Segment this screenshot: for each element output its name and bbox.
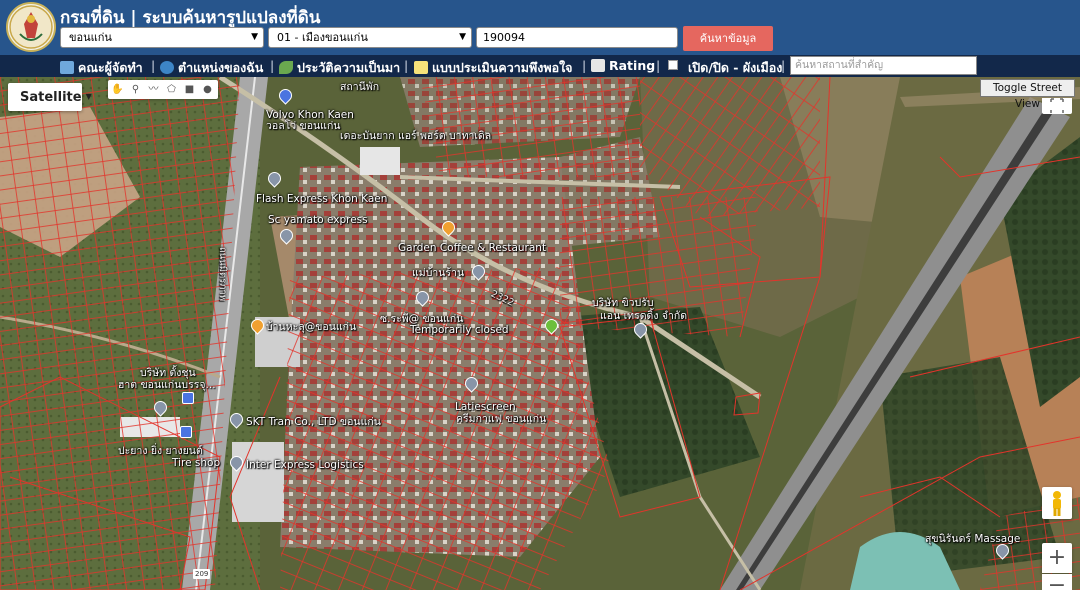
nav-divider: | — [404, 58, 409, 73]
map-canvas[interactable]: Volvo Khon Kaen วอลโว่ ขอนแก่น เดอะบันยา… — [0, 77, 1080, 590]
nav-item-history[interactable]: ประวัติความเป็นมา — [279, 58, 400, 78]
nav-item-survey[interactable]: แบบประเมินความพึงพอใจ — [414, 58, 573, 78]
circle-icon[interactable]: ● — [201, 83, 214, 96]
place-label: สถานีพัก — [340, 81, 380, 93]
place-label[interactable]: Inter Express Logistics — [246, 459, 364, 471]
shop-pin-icon[interactable] — [182, 392, 194, 404]
nav-item-my-location[interactable]: ตำแหน่งของฉัน — [160, 58, 263, 78]
nav-item-label: เปิด/ปิด - ผังเมือง — [688, 60, 783, 75]
place-label[interactable]: Garden Coffee & Restaurant — [398, 242, 546, 254]
map-icon — [60, 61, 74, 74]
drawing-toolbar: ✋ ⚲ 〰 ⬠ ■ ● — [108, 80, 218, 99]
pegman-button[interactable] — [1042, 487, 1072, 519]
polyline-icon[interactable]: 〰 — [147, 83, 160, 96]
place-label[interactable]: SKT Tran Co., LTD ขอนแก่น — [246, 416, 381, 428]
map-type-label: Satellite — [20, 90, 82, 105]
nav-divider: | — [781, 58, 786, 73]
province-select[interactable]: ขอนแก่น ▼ — [60, 27, 264, 48]
place-label-sub: วอลโว่ ขอนแก่น — [266, 120, 341, 132]
nav-item-label: แบบประเมินความพึงพอใจ — [432, 60, 573, 75]
district-select-value: 01 - เมืองขอนแก่น — [277, 31, 368, 44]
chart-icon — [591, 59, 605, 72]
nav-item-label: คณะผู้จัดทำ — [78, 60, 143, 75]
department-logo — [6, 2, 56, 52]
notepad-icon — [414, 61, 428, 74]
parcel-number-input[interactable]: 190094 — [476, 27, 678, 48]
chevron-down-icon: ▼ — [251, 32, 258, 42]
satellite-imagery — [0, 77, 1080, 590]
district-select[interactable]: 01 - เมืองขอนแก่น ▼ — [268, 27, 472, 48]
zoom-out-button[interactable]: − — [1042, 574, 1072, 590]
place-label[interactable]: บริษัท ตั้งชุน — [140, 367, 196, 379]
province-select-value: ขอนแก่น — [69, 31, 112, 44]
map-type-button[interactable]: Satellite ▼ — [8, 83, 92, 111]
place-label[interactable]: บริษัท ขิวปรับ — [592, 297, 654, 309]
hand-icon[interactable]: ✋ — [111, 83, 124, 96]
place-label-sub: ครีมกาแฟ ขอนแก่น — [456, 413, 547, 425]
place-label[interactable]: บ้านหะลุ@ขอนแก่น — [266, 321, 356, 333]
road-label: ถนนมิตรภาพ — [217, 247, 228, 302]
app-header: กรมที่ดิน | ระบบค้นหารูปแปลงที่ดิน ขอนแก… — [0, 0, 1080, 55]
zoom-in-button[interactable]: + — [1042, 543, 1072, 573]
marker-icon[interactable]: ⚲ — [129, 83, 142, 96]
route-shield: 209 — [193, 569, 211, 579]
place-label[interactable]: Flash Express Khon Kaen — [256, 193, 387, 205]
place-label[interactable]: สุขนิรันดร์ Massage — [925, 533, 1020, 545]
place-label-sub: แม่บ้านร้าน — [412, 267, 465, 279]
place-search-input[interactable]: ค้นหาสถานที่สำคัญ — [790, 56, 977, 75]
place-label[interactable]: ปะยาง ยิ่ง ยางยนต์ — [118, 445, 203, 457]
nav-item-label: Rating — [609, 58, 656, 73]
sprout-icon — [279, 61, 293, 74]
place-label-sub: Tire shop — [172, 457, 221, 469]
globe-icon — [160, 61, 174, 74]
place-label[interactable]: Sc yamato express — [268, 214, 368, 226]
nav-divider: | — [656, 58, 661, 73]
place-label[interactable]: Latiescreen — [455, 401, 516, 413]
fullscreen-button[interactable] — [1042, 98, 1072, 114]
pegman-icon — [1053, 491, 1061, 516]
nav-divider: | — [582, 58, 587, 73]
place-label-sub: Temporarily closed — [410, 324, 509, 336]
chevron-down-icon: ▼ — [459, 32, 466, 42]
nav-item-team[interactable]: คณะผู้จัดทำ — [60, 58, 143, 78]
city-plan-checkbox[interactable] — [668, 60, 678, 70]
place-label[interactable]: เดอะบันยาก แอร์ พอร์ต บาทาเดิล — [340, 130, 491, 142]
nav-item-label: ประวัติความเป็นมา — [297, 60, 401, 75]
nav-divider: | — [270, 58, 275, 73]
nav-item-city-plan[interactable]: เปิด/ปิด - ผังเมือง — [688, 58, 782, 78]
fullscreen-icon — [1050, 98, 1064, 113]
nav-divider: | — [151, 58, 156, 73]
place-label-sub: ฮาต ขอนแก่นบรรจุ... — [118, 379, 216, 391]
chevron-down-icon: ▼ — [85, 92, 92, 101]
toggle-street-view-button[interactable]: Toggle Street View — [980, 79, 1075, 110]
place-label-sub: แอน เทรดดิ้ง จำกัด — [600, 310, 688, 322]
rectangle-icon[interactable]: ■ — [183, 83, 196, 96]
nav-item-rating[interactable]: Rating — [591, 58, 655, 73]
nav-item-label: ตำแหน่งของฉัน — [178, 60, 264, 75]
shop-pin-icon[interactable] — [180, 426, 192, 438]
search-button[interactable]: ค้นหาข้อมูล — [683, 26, 773, 51]
polygon-icon[interactable]: ⬠ — [165, 83, 178, 96]
